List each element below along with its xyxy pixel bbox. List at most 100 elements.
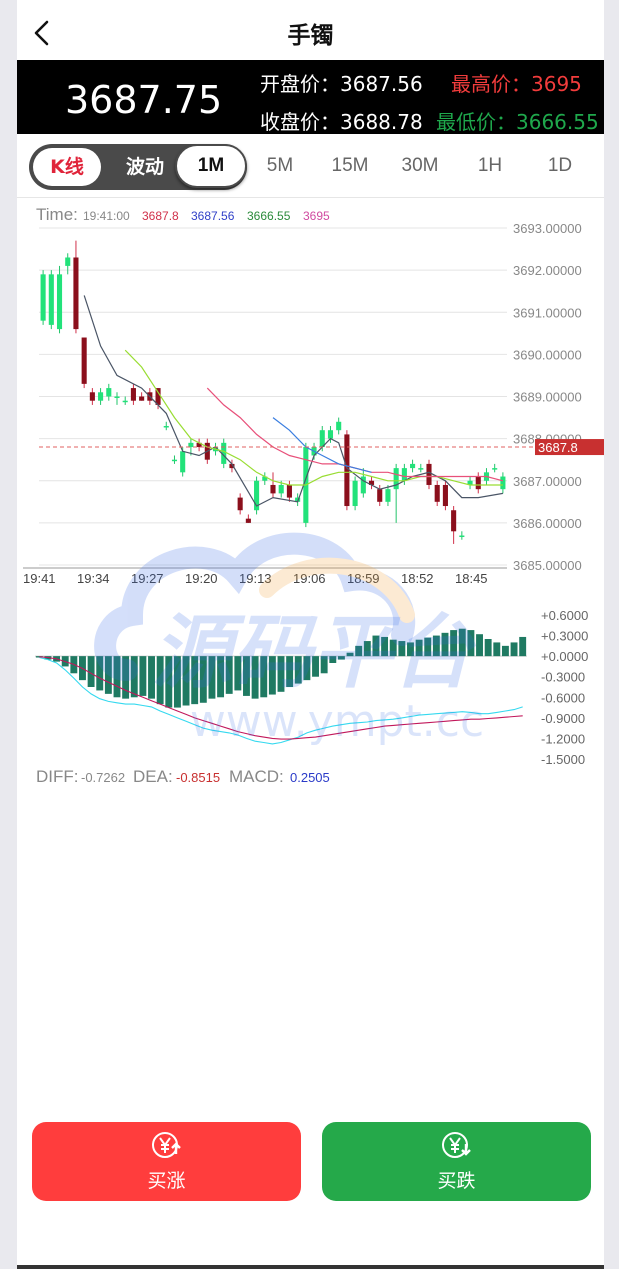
kline-x-axis: 19:41 19:34 19:27 19:20 19:13 19:06 18:59 18:52… [23,571,488,586]
candle [245,514,251,523]
candle [196,438,202,452]
candle [56,265,63,334]
ma-line [83,295,504,507]
buy-up-label: 买涨 [147,1170,186,1192]
macd-bar [320,656,328,674]
macd-bar [441,632,449,657]
candle [98,388,104,405]
macd-bar [424,637,432,657]
macd-bar [286,656,294,687]
candle [459,531,465,540]
candle [467,476,473,490]
candle [492,463,498,473]
candle [73,240,79,334]
macd-bar [294,656,302,684]
macd-y-tick: -1.2000 [541,731,585,746]
macd-y-axis: +0.6000 +0.3000 +0.0000 -0.3000 -0.6000 -0.90… [541,608,588,767]
buy-up-button[interactable]: 买涨 [32,1122,301,1201]
macd-bar [381,636,389,657]
dea-label: DEA: [133,767,173,786]
yen-up-icon [152,1132,181,1158]
kline-x-tick: 19:41 [23,571,56,586]
macd-bar [329,656,337,663]
macd-bar [389,639,397,657]
kline-y-tick: 3691.00000 [513,305,582,320]
macd-bar [96,656,104,691]
macd-bar [303,656,311,681]
macd-bar [173,656,181,708]
macd-label: MACD: [229,767,284,786]
macd-bar [165,656,173,708]
macd-bar [182,656,190,706]
candle [451,506,457,544]
kline-chart[interactable]: Time: 19:41:00 3687.8 3687.56 3666.55 36… [17,198,604,798]
chart-area[interactable]: Time: 19:41:00 3687.8 3687.56 3666.55 36… [17,198,604,798]
candle [418,463,424,473]
candle [500,472,506,494]
open-price: 开盘价：3687.56 [260,72,423,96]
kline-x-tick: 18:52 [401,571,434,586]
candle [475,472,481,494]
macd-bar [225,656,233,694]
ma-line [206,387,504,482]
info-value-2: 3687.56 [191,209,235,223]
info-value-1: 3687.8 [142,209,179,223]
candle [254,476,260,515]
candle [286,480,292,502]
macd-bar [510,642,518,657]
low-price: 最低价：3666.55 [436,110,599,134]
buy-down-button[interactable]: 买跌 [322,1122,591,1201]
macd-bar [191,656,199,705]
candle [114,392,120,405]
macd-bar [113,656,121,698]
macd-bar [398,641,406,657]
close-price: 收盘价：3688.78 [260,110,423,134]
macd-bar [493,642,501,657]
timeframe-5m-tab[interactable]: 5M [250,144,310,188]
timeframe-15m-tab[interactable]: 15M [320,144,380,188]
timeframe-1m-tab[interactable]: 1M [175,144,247,188]
candle [122,396,128,405]
quote-panel: 3687.75 开盘价：3687.56 最高价：3695 收盘价：3688.78… [17,60,604,134]
candle [65,253,71,275]
mode-wave-tab[interactable]: 波动 [115,148,175,186]
candle [262,472,268,485]
macd-bar [199,656,207,703]
macd-bar [415,639,423,657]
timeframe-1d-tab[interactable]: 1D [530,144,590,188]
candle [352,476,358,511]
mode-kline-tab[interactable]: K线 [33,148,101,186]
kline-y-tick: 3689.00000 [513,390,582,405]
macd-bar [268,656,276,695]
macd-bar [355,645,363,657]
timeframe-1h-tab[interactable]: 1H [460,144,520,188]
kline-grid [23,227,507,569]
timeframe-30m-tab[interactable]: 30M [390,144,450,188]
candle [368,476,375,490]
macd-histogram [35,628,527,708]
current-price: 3687.75 [65,78,223,122]
macd-bar [337,656,345,660]
macd-y-tick: -1.5000 [541,752,585,767]
macd-bar [234,656,242,691]
trade-actions: 买涨 买跌 [17,1122,604,1202]
macd-bar [432,635,440,657]
kline-candles [40,240,506,544]
info-value-4: 3695 [303,209,330,223]
macd-bar [467,630,475,657]
macd-bar [251,656,259,699]
candle [163,421,169,431]
page-title: 手镯 [287,23,334,49]
macd-bar [104,656,112,694]
macd-bar [217,656,225,698]
macd-bar [260,656,268,698]
macd-bar [139,656,147,696]
candle [434,480,440,507]
kline-x-tick: 19:13 [239,571,272,586]
kline-y-tick: 3693.00000 [513,221,582,236]
macd-bar [501,645,509,657]
macd-bar [148,656,155,699]
kline-x-tick: 18:59 [347,571,380,586]
macd-bar [450,630,458,657]
chart-tabbar: K线 波动 1M 5M 15M 30M 1H 1D [17,134,604,198]
